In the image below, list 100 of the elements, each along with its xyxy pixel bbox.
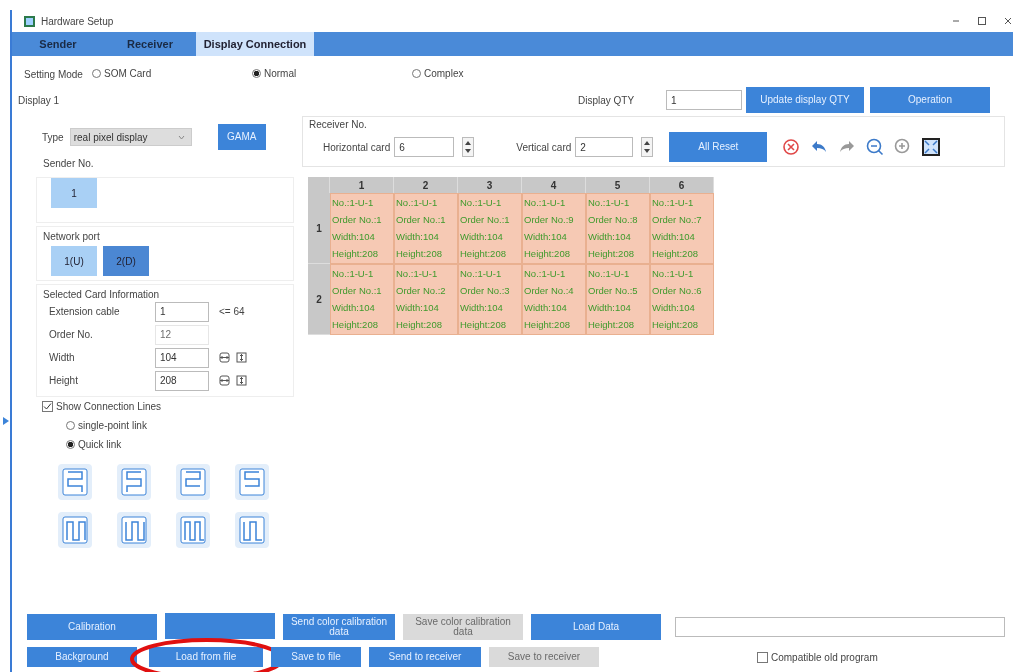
fit-screen-icon[interactable]: [921, 137, 942, 157]
card-width: Width:104: [588, 301, 632, 315]
receiver-card[interactable]: No.:1-U-1 Order No.:1 Width:104 Height:208: [458, 193, 522, 264]
card-order: Order No.:1: [460, 213, 511, 227]
spinner-icon[interactable]: [462, 137, 475, 157]
field-input[interactable]: 208: [155, 370, 209, 391]
zoom-out-icon[interactable]: [865, 137, 886, 157]
operation-button[interactable]: Operation: [870, 87, 990, 113]
checkbox-icon: [757, 651, 768, 663]
tab[interactable]: Receiver: [104, 32, 196, 56]
card-width: Width:104: [524, 230, 568, 244]
receiver-card[interactable]: No.:1-U-1 Order No.:1 Width:104 Height:208: [330, 264, 394, 335]
update-qty-button[interactable]: Update display QTY: [746, 87, 864, 113]
receiver-card[interactable]: No.:1-U-1 Order No.:1 Width:104 Height:208: [394, 193, 458, 264]
port-chip[interactable]: 2(D): [103, 246, 149, 276]
type-dropdown[interactable]: real pixel display: [69, 128, 192, 146]
card-order: Order No.:6: [652, 284, 703, 298]
column-header: 4: [522, 177, 586, 193]
wiring-pattern-icon[interactable]: [58, 464, 92, 500]
card-width: Width:104: [524, 301, 568, 315]
card-number: No.:1-U-1: [652, 267, 695, 281]
setting-mode-label: Setting Mode: [24, 68, 84, 80]
wiring-pattern-icon[interactable]: [58, 512, 92, 548]
action-button[interactable]: Calibration: [27, 614, 157, 640]
receiver-card[interactable]: No.:1-U-1 Order No.:9 Width:104 Height:208: [522, 193, 586, 264]
receiver-card[interactable]: No.:1-U-1 Order No.:6 Width:104 Height:208: [650, 264, 714, 335]
mode-radio[interactable]: SOM Card: [92, 68, 152, 79]
wiring-pattern-icon[interactable]: [176, 512, 210, 548]
close-icon[interactable]: [1003, 16, 1013, 26]
card-width: Width:104: [652, 301, 696, 315]
card-height: Height:208: [652, 318, 699, 332]
mode-radio[interactable]: Normal: [252, 68, 297, 79]
receiver-card[interactable]: No.:1-U-1 Order No.:1 Width:104 Height:208: [330, 193, 394, 264]
sender-chip[interactable]: 1: [51, 178, 97, 208]
card-height: Height:208: [460, 247, 507, 261]
maximize-icon[interactable]: [977, 16, 987, 26]
action-button[interactable]: Send color calibration data: [283, 614, 395, 640]
wiring-pattern-icon[interactable]: [235, 512, 269, 548]
receiver-card[interactable]: No.:1-U-1 Order No.:3 Width:104 Height:208: [458, 264, 522, 335]
link-radio[interactable]: Quick link: [66, 439, 122, 450]
tab[interactable]: Sender: [12, 32, 104, 56]
horizontal-card-label: Horizontal card: [323, 141, 391, 153]
wiring-pattern-icon[interactable]: [176, 464, 210, 500]
port-chip[interactable]: 1(U): [51, 246, 97, 276]
vertical-card-label: Vertical card: [516, 141, 572, 153]
vertical-card-field[interactable]: 2: [575, 137, 634, 157]
card-number: No.:1-U-1: [588, 267, 631, 281]
fit-icon[interactable]: [219, 352, 230, 363]
card-width: Width:104: [460, 301, 504, 315]
card-number: No.:1-U-1: [460, 267, 503, 281]
card-number: No.:1-U-1: [396, 196, 439, 210]
action-button[interactable]: Load from file: [149, 647, 263, 667]
gama-button[interactable]: GAMA: [217, 124, 266, 150]
wiring-pattern-icon[interactable]: [235, 464, 269, 500]
column-header: 3: [458, 177, 522, 193]
wiring-pattern-icon[interactable]: [117, 464, 151, 500]
column-header: 6: [650, 177, 714, 193]
wiring-pattern-icon[interactable]: [117, 512, 151, 548]
display-qty-label: Display QTY: [578, 94, 636, 106]
receiver-card[interactable]: No.:1-U-1 Order No.:5 Width:104 Height:208: [586, 264, 650, 335]
sender-label: Sender No.: [43, 158, 95, 169]
card-height: Height:208: [396, 318, 443, 332]
horizontal-card-field[interactable]: 6: [394, 137, 455, 157]
action-button[interactable]: Load Data: [531, 614, 661, 640]
receiver-card[interactable]: No.:1-U-1 Order No.:8 Width:104 Height:208: [586, 193, 650, 264]
link-radio[interactable]: single-point link: [66, 420, 147, 431]
action-button[interactable]: Background: [27, 647, 137, 667]
card-height: Height:208: [396, 247, 443, 261]
display-qty-field[interactable]: 1: [666, 90, 742, 110]
all-reset-button[interactable]: All Reset: [669, 132, 768, 162]
card-height: Height:208: [588, 318, 635, 332]
field-input[interactable]: 104: [155, 347, 209, 368]
card-width: Width:104: [460, 230, 504, 244]
field-input[interactable]: 1: [155, 301, 209, 322]
status-field[interactable]: [675, 617, 1005, 637]
tab[interactable]: Display Connection: [196, 32, 314, 56]
expand-arrow-icon[interactable]: [2, 416, 10, 426]
card-height: Height:208: [652, 247, 699, 261]
card-order: Order No.:1: [332, 213, 383, 227]
adjust-icon[interactable]: [236, 375, 247, 386]
card-order: Order No.:1: [332, 284, 383, 298]
field-label: Order No.: [49, 329, 94, 340]
network-port-label: Network port: [43, 231, 101, 242]
clear-icon[interactable]: [781, 137, 802, 157]
field-label: Width: [49, 352, 76, 363]
compatible-checkbox[interactable]: Compatible old program: [757, 651, 878, 663]
column-header: 2: [394, 177, 458, 193]
receiver-card[interactable]: No.:1-U-1 Order No.:7 Width:104 Height:208: [650, 193, 714, 264]
receiver-card[interactable]: No.:1-U-1 Order No.:4 Width:104 Height:208: [522, 264, 586, 335]
action-button[interactable]: Send to receiver: [369, 647, 481, 667]
adjust-icon[interactable]: [236, 352, 247, 363]
row-header: 2: [308, 264, 330, 335]
show-lines-checkbox[interactable]: Show Connection Lines: [42, 401, 162, 412]
card-order: Order No.:4: [524, 284, 575, 298]
card-height: Height:208: [460, 318, 507, 332]
mode-radio[interactable]: Complex: [412, 68, 464, 79]
action-button[interactable]: Save to file: [271, 647, 361, 667]
fit-icon[interactable]: [219, 375, 230, 386]
receiver-card[interactable]: No.:1-U-1 Order No.:2 Width:104 Height:208: [394, 264, 458, 335]
spinner-icon[interactable]: [641, 137, 654, 157]
